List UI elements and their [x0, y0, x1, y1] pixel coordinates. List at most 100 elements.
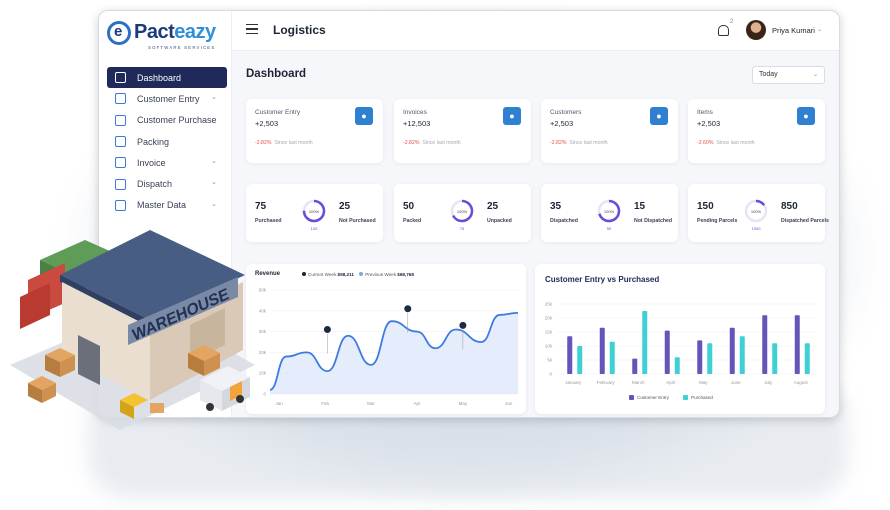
kpi-ring-label: 100% — [603, 209, 615, 214]
menu-toggle-icon[interactable] — [246, 24, 258, 34]
box — [150, 403, 164, 413]
topbar: Logistics 2 Priya Kumari ⌄ — [232, 11, 839, 51]
stat-card-invoices[interactable]: Invoices +12,503 -2.82% Since last month ● — [394, 99, 531, 163]
sidebar-item-invoice[interactable]: Invoice ⌄ — [107, 152, 227, 173]
y-tick-label: 25k — [545, 302, 553, 307]
stat-change: -2.82% Since last month — [550, 140, 608, 146]
warehouse-illustration: WAREHOUSE — [10, 230, 255, 430]
stat-label: Invoices — [403, 109, 427, 116]
stat-change: -2.82% Since last month — [255, 140, 313, 146]
x-tick-label: Apr — [413, 401, 421, 406]
y-tick-label: 10k — [545, 344, 553, 349]
sidebar-item-label: Packing — [137, 136, 170, 147]
sidebar-item-label: Customer Entry — [137, 93, 200, 104]
sidebar-item-master-data[interactable]: Master Data ⌄ — [107, 195, 227, 216]
legend-purchased: Purchased — [683, 395, 713, 400]
chevron-down-icon[interactable]: ⌄ — [817, 26, 822, 33]
sidebar-item-customer-entry[interactable]: Customer Entry ⌄ — [107, 88, 227, 109]
kpi-right-label: Dispatched Parcels — [781, 218, 829, 224]
kpi-ring-foot: 50 — [606, 226, 612, 231]
kpi-left-value: 75 — [255, 201, 267, 212]
kpi-left-value: 150 — [697, 201, 714, 212]
legend-customer-entry: Customer Entry — [629, 395, 669, 400]
document-icon: ● — [503, 107, 521, 125]
y-tick-label: 15k — [545, 330, 553, 335]
x-tick-label: Mar — [367, 401, 375, 406]
bar-customer-entry — [729, 327, 735, 374]
kpi-card[interactable]: 50 Packed 100% 75 25 Unpacked — [394, 184, 531, 242]
bar-purchased — [772, 343, 778, 374]
stat-label: Customers — [550, 109, 582, 116]
logo-wordmark: Pacteazy — [134, 21, 216, 43]
y-tick-label: 0 — [549, 372, 552, 377]
chevron-down-icon[interactable]: ⌄ — [211, 157, 217, 165]
kpi-ring-foot: 100 — [310, 226, 318, 231]
x-tick-label: February — [597, 380, 616, 385]
sidebar-item-dispatch[interactable]: Dispatch ⌄ — [107, 173, 227, 194]
kpi-card[interactable]: 150 Pending Parcels 100% 1000 850 Dispatched … — [688, 184, 829, 242]
kpi-ring-label: 100% — [456, 209, 468, 214]
chevron-down-icon[interactable]: ⌄ — [211, 200, 217, 208]
avatar[interactable] — [746, 20, 766, 40]
dashboard-icon — [115, 72, 126, 84]
customer-vs-purchased-card: Customer Entry vs Purchased 25k 20k 15k 10k… — [535, 264, 825, 414]
stat-card-items[interactable]: Items +2,503 -2.60% Since last month ● — [688, 99, 825, 163]
gift-box-icon — [115, 136, 126, 148]
truck-icon — [115, 178, 126, 190]
chevron-down-icon[interactable]: ⌄ — [211, 93, 217, 101]
logo-tagline: SOFTWARE SERVICES — [148, 45, 216, 50]
kpi-ring-foot: 1000 — [751, 226, 761, 231]
logo-mark-icon: e — [107, 21, 131, 45]
y-tick-label: 20k — [545, 316, 553, 321]
revenue-chart: 50k40k30k20k10k0Jan Feb Mar Apr May Jun — [259, 288, 519, 406]
kpi-card[interactable]: 35 Dispatched 100% 50 15 Not Dispatched — [541, 184, 678, 242]
page-title: Dashboard — [246, 68, 307, 80]
kpi-card[interactable]: 75 Purchased 100% 100 25 Not Purchased — [246, 184, 383, 242]
cart-icon — [115, 114, 126, 126]
user-name[interactable]: Priya Kumari — [772, 26, 815, 35]
bar-customer-entry — [664, 330, 670, 374]
chevron-down-icon[interactable]: ⌄ — [211, 178, 217, 186]
revenue-marker — [403, 304, 413, 314]
sidebar-item-label: Invoice — [137, 157, 166, 168]
brand-logo[interactable]: e Pacteazy SOFTWARE SERVICES — [107, 19, 227, 53]
sidebar-nav: Dashboard Customer Entry ⌄ Customer Purchas… — [107, 67, 227, 216]
stat-value: +2,503 — [550, 119, 574, 128]
kpi-left-label: Pending Parcels — [697, 218, 738, 224]
period-select-value: Today — [759, 71, 778, 78]
user-plus-icon — [115, 93, 126, 105]
stat-value: +12,503 — [403, 119, 431, 128]
x-tick-label: March — [632, 380, 645, 385]
bell-icon[interactable] — [718, 25, 729, 36]
kpi-left-value: 35 — [550, 201, 562, 212]
invoice-icon — [115, 157, 126, 169]
x-tick-label: August — [794, 380, 809, 385]
legend-swatch — [683, 395, 688, 400]
person-running-icon: ● — [650, 107, 668, 125]
bar-purchased — [609, 341, 615, 374]
stage: e Pacteazy SOFTWARE SERVICES Dashboard Cu… — [0, 0, 890, 510]
kpi-right-value: 15 — [634, 201, 646, 212]
shirt-icon: ● — [797, 107, 815, 125]
main-content: Dashboard Today ⌄ Customer Entry +2,503 -2… — [232, 51, 839, 417]
stat-card-customers[interactable]: Customers +2,503 -2.82% Since last month ● — [541, 99, 678, 163]
bar-purchased — [804, 343, 810, 374]
x-tick-label: July — [764, 380, 773, 385]
revenue-card: Revenue Current Week $58,211 Previous We… — [246, 264, 526, 414]
kpi-ring-foot: 75 — [459, 226, 465, 231]
stat-value: +2,503 — [255, 119, 279, 128]
bar-purchased — [707, 343, 713, 374]
bar-purchased — [674, 357, 680, 374]
walking-person-icon: ● — [355, 107, 373, 125]
bar-customer-entry — [599, 327, 605, 374]
sidebar-item-dashboard[interactable]: Dashboard — [107, 67, 227, 89]
sidebar-item-label: Customer Purchase — [137, 115, 217, 126]
x-tick-label: Feb — [321, 401, 329, 406]
sidebar-item-customer-purchase[interactable]: Customer Purchase — [107, 110, 227, 131]
stat-label: Items — [697, 109, 713, 116]
sidebar-item-packing[interactable]: Packing — [107, 131, 227, 152]
sidebar-item-label: Dashboard — [137, 72, 182, 83]
stat-card-customer-entry[interactable]: Customer Entry +2,503 -2.82% Since last mo… — [246, 99, 383, 163]
period-select[interactable]: Today ⌄ — [752, 66, 825, 84]
y-tick-label: 0 — [263, 392, 266, 397]
